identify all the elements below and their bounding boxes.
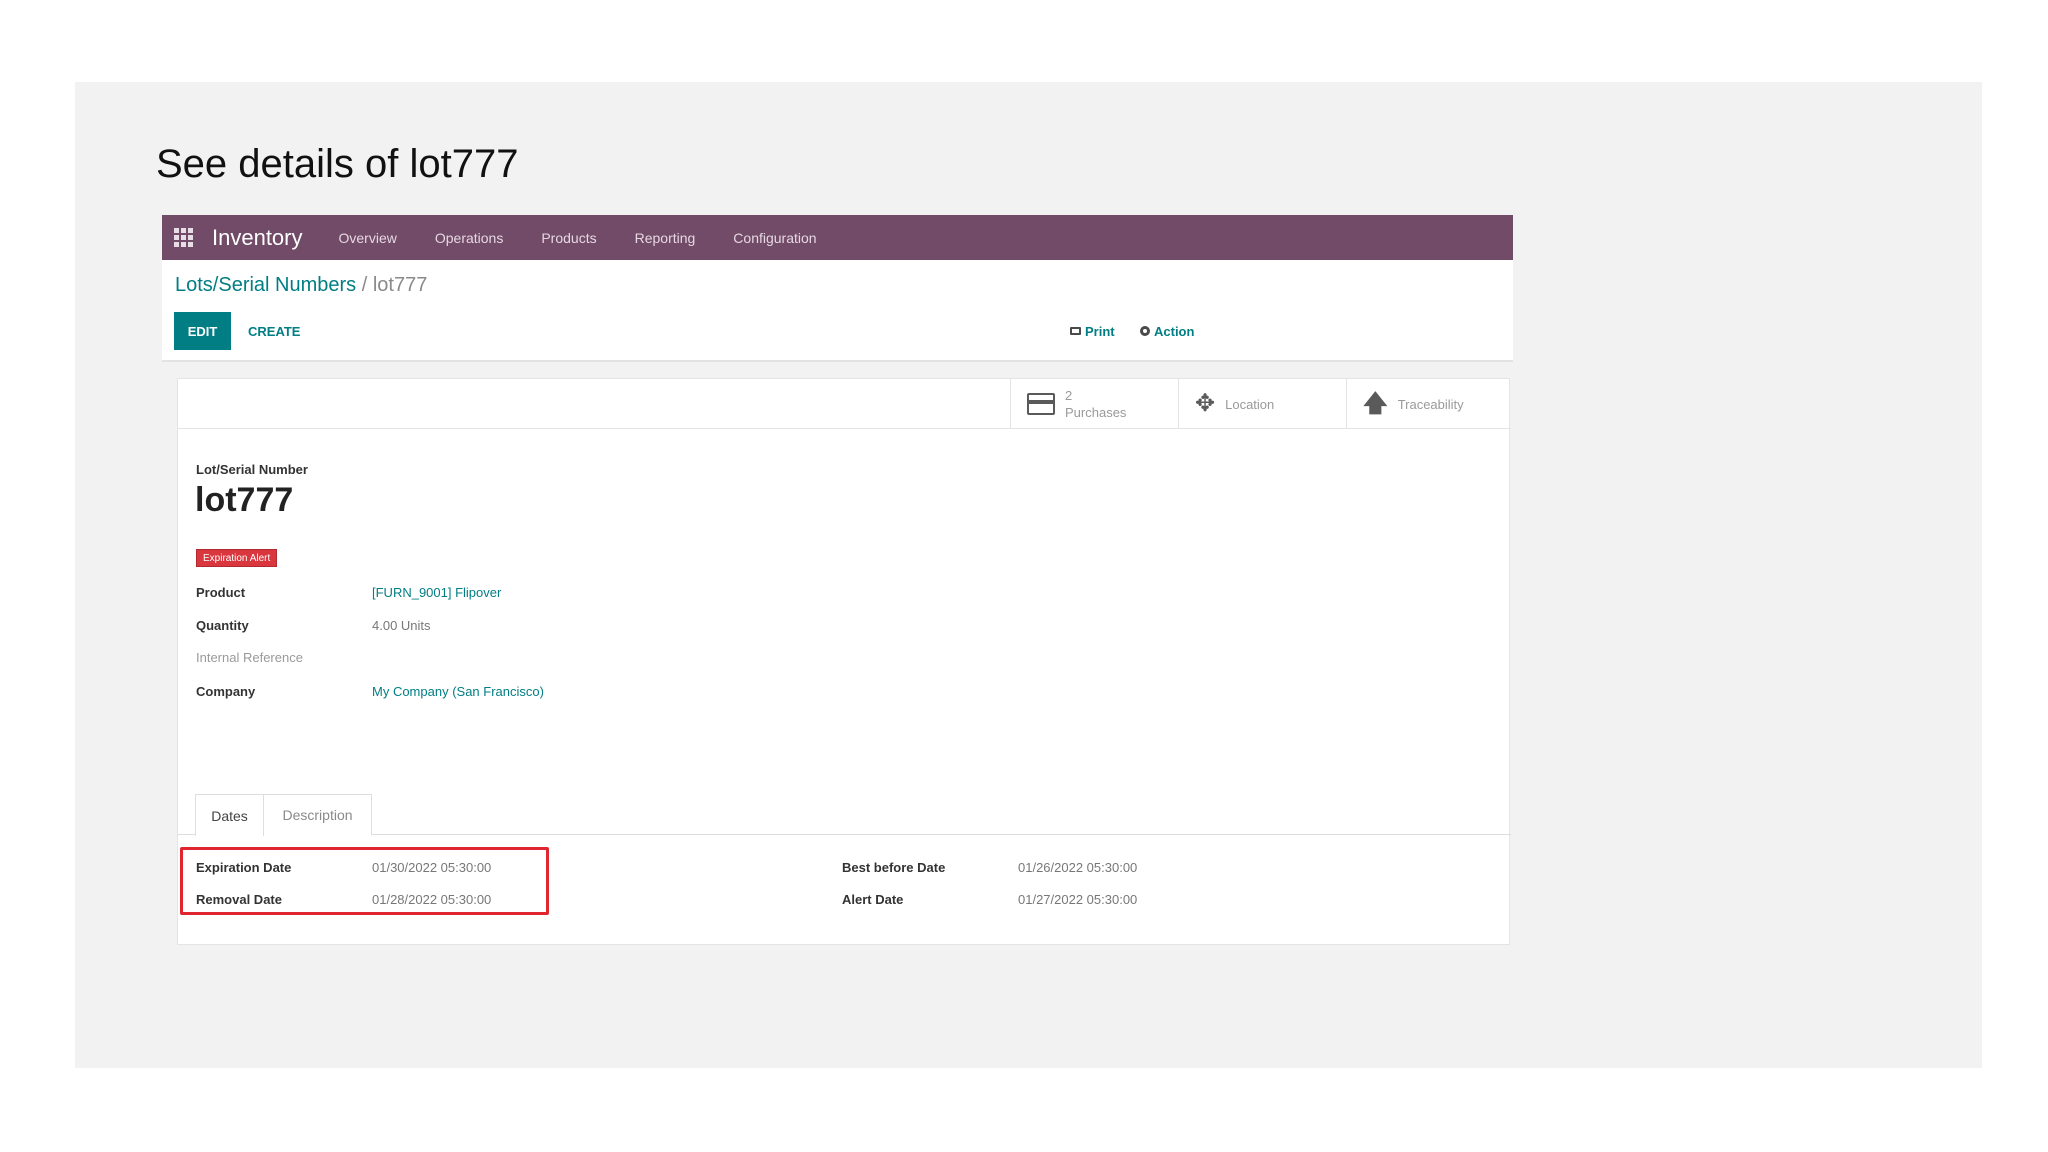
company-value[interactable]: My Company (San Francisco)	[372, 684, 544, 704]
print-button[interactable]: Print	[1070, 312, 1115, 350]
best-before-date-value: 01/26/2022 05:30:00	[1018, 860, 1138, 875]
app-brand[interactable]: Inventory	[212, 225, 303, 251]
arrows-move-icon: ✥	[1195, 390, 1216, 417]
alert-date-label: Alert Date	[842, 892, 904, 907]
tab-description[interactable]: Description	[264, 794, 372, 835]
action-button[interactable]: Action	[1140, 312, 1194, 350]
tab-dates[interactable]: Dates	[195, 794, 264, 836]
location-smart-button[interactable]: ✥ Location	[1178, 379, 1346, 429]
smart-button-box: 2 Purchases ✥ Location 🡅 Traceability	[178, 379, 1511, 429]
location-label: Location	[1225, 396, 1275, 412]
slide-title: See details of lot777	[156, 142, 519, 186]
gear-icon	[1140, 326, 1150, 336]
arrow-up-icon: 🡅	[1363, 390, 1388, 417]
record-caption: Lot/Serial Number	[196, 462, 308, 477]
product-label: Product	[196, 585, 246, 600]
quantity-field: Quantity 4.00 Units	[196, 618, 431, 638]
apps-grid-icon[interactable]	[174, 227, 194, 248]
breadcrumb-current: lot777	[372, 274, 428, 296]
purchases-label: Purchases	[1065, 405, 1127, 420]
credit-card-icon	[1027, 393, 1055, 415]
traceability-smart-button[interactable]: 🡅 Traceability	[1346, 379, 1511, 429]
record-title: lot777	[195, 481, 294, 519]
purchases-count: 2	[1065, 388, 1073, 403]
alert-date-value: 01/27/2022 05:30:00	[1018, 892, 1138, 907]
best-before-date-field: Best before Date 01/26/2022 05:30:00	[842, 860, 1137, 880]
purchases-smart-button[interactable]: 2 Purchases	[1010, 379, 1178, 429]
menu-configuration[interactable]: Configuration	[733, 230, 816, 246]
slide-background: See details of lot777 Inventory Overview…	[75, 82, 1982, 1068]
purchases-text: 2 Purchases	[1065, 387, 1126, 421]
action-label: Action	[1154, 323, 1195, 339]
menu-reporting[interactable]: Reporting	[635, 230, 696, 246]
quantity-label: Quantity	[196, 618, 249, 633]
odoo-window: Inventory Overview Operations Products R…	[162, 215, 1513, 945]
print-icon	[1070, 327, 1081, 335]
internal-reference-field: Internal Reference	[196, 650, 372, 670]
alert-date-field: Alert Date 01/27/2022 05:30:00	[842, 892, 1137, 912]
print-label: Print	[1085, 323, 1115, 339]
top-navbar: Inventory Overview Operations Products R…	[162, 215, 1513, 260]
menu-products[interactable]: Products	[541, 230, 596, 246]
breadcrumb-parent[interactable]: Lots/Serial Numbers	[175, 274, 356, 296]
company-label: Company	[196, 684, 256, 699]
company-field: Company My Company (San Francisco)	[196, 684, 544, 704]
menu-overview[interactable]: Overview	[339, 230, 397, 246]
best-before-date-label: Best before Date	[842, 860, 946, 875]
traceability-label: Traceability	[1397, 396, 1464, 412]
control-panel: Lots/Serial Numbers / lot777 EDIT CREATE…	[162, 260, 1513, 362]
notebook-tabs: Dates Description	[178, 794, 1511, 836]
expiration-alert-badge: Expiration Alert	[196, 549, 278, 567]
menu-operations[interactable]: Operations	[435, 230, 503, 246]
internal-reference-label: Internal Reference	[196, 650, 303, 665]
edit-button[interactable]: EDIT	[174, 312, 231, 350]
breadcrumb-separator: /	[356, 274, 373, 296]
product-value[interactable]: [FURN_9001] Flipover	[372, 585, 501, 605]
form-sheet: 2 Purchases ✥ Location 🡅 Traceability Lo…	[177, 378, 1511, 945]
product-field: Product [FURN_9001] Flipover	[196, 585, 501, 605]
create-button[interactable]: CREATE	[248, 312, 300, 350]
highlight-box	[180, 847, 549, 915]
quantity-value: 4.00 Units	[372, 618, 431, 633]
breadcrumb: Lots/Serial Numbers / lot777	[175, 274, 427, 297]
